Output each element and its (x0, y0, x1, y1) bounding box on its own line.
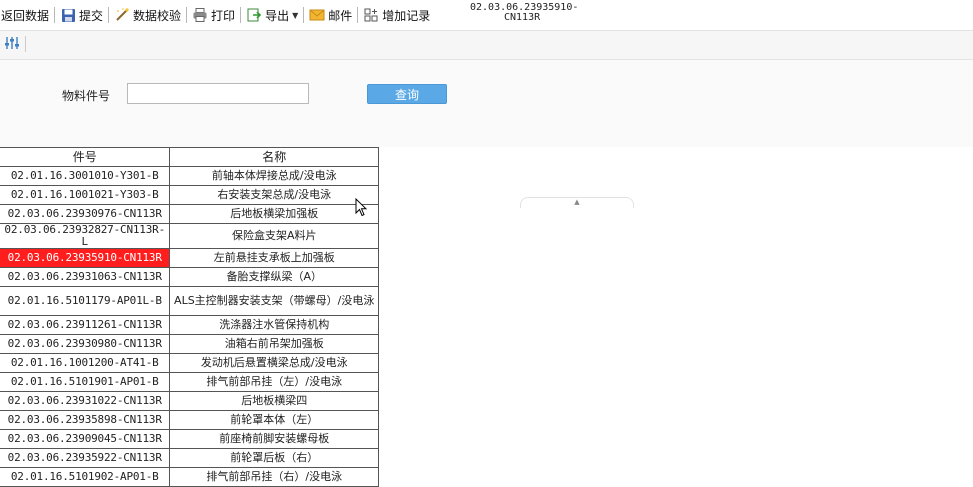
table-row[interactable]: 02.01.16.1001021-Y303-B 右安装支架总成/没电泳 (0, 185, 379, 205)
add-record-icon (363, 7, 379, 23)
toolbar-divider (357, 7, 359, 23)
part-no-cell-selected[interactable]: 02.03.06.23935910-CN113R (0, 248, 171, 268)
part-no-cell[interactable]: 02.03.06.23909045-CN113R (0, 429, 171, 449)
part-name-cell[interactable]: 备胎支撑纵梁（A） (169, 267, 379, 287)
table-row[interactable]: 02.03.06.23911261-CN113R 洗涤器注水管保持机构 (0, 315, 379, 335)
submit-label: 提交 (79, 8, 104, 23)
validate-label: 数据校验 (133, 8, 182, 23)
part-name-cell[interactable]: 左前悬挂支承板上加强板 (169, 248, 379, 268)
part-name-cell[interactable]: 保险盒支架A料片 (169, 223, 379, 249)
part-name-cell[interactable]: 后地板横梁四 (169, 391, 379, 411)
wand-icon (114, 7, 130, 23)
table-row[interactable]: 02.03.06.23935922-CN113R 前轮罩后板（右） (0, 448, 379, 468)
part-no-cell[interactable]: 02.03.06.23935898-CN113R (0, 410, 171, 430)
part-name-cell[interactable]: 前轮罩本体（左） (169, 410, 379, 430)
toolbar-divider (108, 7, 110, 23)
part-no-cell[interactable]: 02.03.06.23931063-CN113R (0, 267, 171, 287)
table-row[interactable]: 02.01.16.5101901-AP01-B 排气前部吊挂（左）/没电泳 (0, 372, 379, 392)
column-header-name[interactable]: 名称 (169, 147, 379, 167)
part-name-cell[interactable]: 前座椅前脚安装螺母板 (169, 429, 379, 449)
export-label: 导出 (265, 8, 290, 23)
part-no-cell[interactable]: 02.03.06.23935922-CN113R (0, 448, 171, 468)
toolbar-divider (54, 7, 56, 23)
part-name-cell[interactable]: 排气前部吊挂（左）/没电泳 (169, 372, 379, 392)
filter-panel: 物料件号 查询 ▲ (0, 60, 973, 208)
part-name-cell[interactable]: 油箱右前吊架加强板 (169, 334, 379, 354)
part-name-cell[interactable]: 前轴本体焊接总成/没电泳 (169, 166, 379, 186)
submit-button[interactable]: 提交 (57, 4, 106, 26)
export-icon (246, 7, 262, 23)
document-id: 02.03.06.23935910- CN113R (470, 3, 590, 23)
parts-table: 件号 名称 02.01.16.3001010-Y301-B 前轴本体焊接总成/没电… (0, 147, 379, 487)
add-record-label: 增加记录 (382, 8, 431, 23)
disk-icon (60, 7, 76, 23)
part-name-cell[interactable]: 后地板横梁加强板 (169, 204, 379, 224)
collapse-panel-tab[interactable]: ▲ (520, 197, 634, 208)
table-row[interactable]: 02.03.06.23931063-CN113R 备胎支撑纵梁（A） (0, 267, 379, 287)
table-row[interactable]: 02.03.06.23931022-CN113R 后地板横梁四 (0, 391, 379, 411)
back-button[interactable]: 返回数据 (0, 4, 52, 26)
column-header-part-no[interactable]: 件号 (0, 147, 171, 167)
table-row[interactable]: 02.01.16.5101902-AP01-B 排气前部吊挂（右）/没电泳 (0, 467, 379, 487)
sliders-icon (4, 36, 20, 53)
part-name-cell[interactable]: 洗涤器注水管保持机构 (169, 315, 379, 335)
table-row[interactable]: 02.01.16.5101179-AP01L-B ALS主控制器安装支架（带螺母）… (0, 286, 379, 316)
part-number-input[interactable] (127, 83, 309, 104)
chevron-down-icon: ▼ (292, 10, 299, 20)
part-name-cell[interactable]: 右安装支架总成/没电泳 (169, 185, 379, 205)
toolbar-divider (186, 7, 188, 23)
printer-icon (192, 7, 208, 23)
query-button[interactable]: 查询 (367, 84, 447, 104)
print-button[interactable]: 打印 (189, 4, 238, 26)
part-name-cell[interactable]: ALS主控制器安装支架（带螺母）/没电泳 (169, 286, 379, 316)
toolbar-divider (303, 7, 305, 23)
mail-icon (309, 7, 325, 23)
part-name-cell[interactable]: 发动机后悬置横梁总成/没电泳 (169, 353, 379, 373)
table-header-row: 件号 名称 (0, 147, 379, 167)
table-row[interactable]: 02.03.06.23930976-CN113R 后地板横梁加强板 (0, 204, 379, 224)
toolbar-divider (25, 36, 26, 52)
part-no-cell[interactable]: 02.01.16.5101901-AP01-B (0, 372, 171, 392)
table-row[interactable]: 02.01.16.3001010-Y301-B 前轴本体焊接总成/没电泳 (0, 166, 379, 186)
toolbar: 返回数据 提交 数据校验 打印 导出 ▼ 邮件 增加记录 02.03.06.23… (0, 0, 973, 31)
mail-label: 邮件 (328, 8, 353, 23)
secondary-toolbar (0, 31, 973, 60)
collapse-up-icon: ▲ (574, 198, 580, 206)
part-name-cell[interactable]: 排气前部吊挂（右）/没电泳 (169, 467, 379, 487)
document-id-line2: CN113R (504, 12, 541, 23)
add-record-button[interactable]: 增加记录 (360, 4, 433, 26)
print-label: 打印 (211, 8, 236, 23)
table-row[interactable]: 02.01.16.1001200-AT41-B 发动机后悬置横梁总成/没电泳 (0, 353, 379, 373)
part-no-cell[interactable]: 02.01.16.5101902-AP01-B (0, 467, 171, 487)
part-no-cell[interactable]: 02.01.16.5101179-AP01L-B (0, 286, 171, 316)
mail-button[interactable]: 邮件 (306, 4, 355, 26)
export-button[interactable]: 导出 ▼ (243, 4, 301, 26)
part-no-cell[interactable]: 02.03.06.23930976-CN113R (0, 204, 171, 224)
part-no-cell[interactable]: 02.01.16.3001010-Y301-B (0, 166, 171, 186)
part-no-cell[interactable]: 02.01.16.1001021-Y303-B (0, 185, 171, 205)
part-no-cell[interactable]: 02.03.06.23931022-CN113R (0, 391, 171, 411)
filter-toggle-button[interactable] (3, 35, 21, 53)
toolbar-divider (240, 7, 242, 23)
part-name-cell[interactable]: 前轮罩后板（右） (169, 448, 379, 468)
table-row-selected[interactable]: 02.03.06.23935910-CN113R 左前悬挂支承板上加强板 (0, 248, 379, 268)
table-row[interactable]: 02.03.06.23930980-CN113R 油箱右前吊架加强板 (0, 334, 379, 354)
table-row[interactable]: 02.03.06.23935898-CN113R 前轮罩本体（左） (0, 410, 379, 430)
validate-button[interactable]: 数据校验 (111, 4, 184, 26)
table-row[interactable]: 02.03.06.23932827-CN113R-L 保险盒支架A料片 (0, 223, 379, 249)
part-number-label: 物料件号 (62, 89, 111, 103)
part-no-cell[interactable]: 02.03.06.23932827-CN113R-L (0, 223, 171, 249)
table-row[interactable]: 02.03.06.23909045-CN113R 前座椅前脚安装螺母板 (0, 429, 379, 449)
part-no-cell[interactable]: 02.03.06.23930980-CN113R (0, 334, 171, 354)
part-no-cell[interactable]: 02.03.06.23911261-CN113R (0, 315, 171, 335)
part-no-cell[interactable]: 02.01.16.1001200-AT41-B (0, 353, 171, 373)
back-label: 返回数据 (1, 8, 50, 23)
